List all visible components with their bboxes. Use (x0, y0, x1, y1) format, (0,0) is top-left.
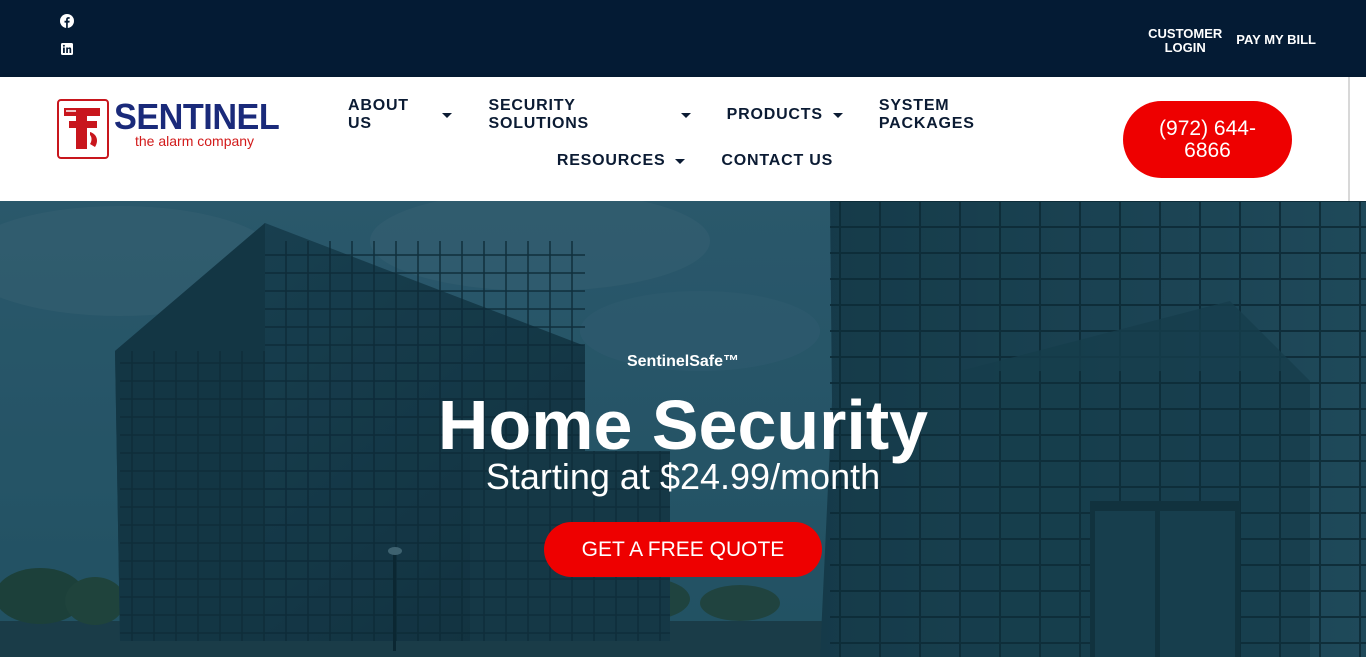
nav-item-label: PRODUCTS (726, 106, 823, 123)
hero-title: Home Security (437, 386, 929, 464)
customer-login-link[interactable]: CUSTOMER LOGIN (1148, 27, 1222, 55)
pay-my-bill-link[interactable]: PAY MY BILL (1236, 33, 1316, 47)
nav-item-security-solutions[interactable]: SECURITY SOLUTIONS (488, 97, 691, 133)
nav-item-products[interactable]: PRODUCTS (727, 106, 843, 124)
nav-item-label: SECURITY SOLUTIONS (488, 97, 590, 132)
nav-item-system-packages[interactable]: SYSTEM PACKAGES (879, 97, 1042, 133)
nav-item-label: RESOURCES (556, 152, 666, 169)
nav-row-1: ABOUT US SECURITY SOLUTIONS PRODUCTS SYS… (330, 97, 1060, 132)
phone-button[interactable]: (972) 644-6866 (1123, 101, 1292, 178)
main-header: SENTINEL the alarm company ABOUT US SECU… (0, 77, 1366, 201)
sentinel-logo-mark-icon (57, 99, 109, 159)
nav-item-label: SYSTEM PACKAGES (878, 97, 975, 132)
get-free-quote-button[interactable]: GET A FREE QUOTE (544, 522, 822, 577)
logo-name: SENTINEL (114, 96, 280, 137)
nav-item-label: CONTACT US (721, 152, 834, 169)
hero-subtitle: Starting at $24.99/month (485, 456, 881, 497)
customer-login-line2: LOGIN (1164, 40, 1206, 55)
logo[interactable]: SENTINEL the alarm company (57, 99, 288, 159)
nav-item-contact-us[interactable]: CONTACT US (721, 152, 833, 170)
customer-login-line1: CUSTOMER (1148, 26, 1223, 41)
hero-section: SentinelSafe™ Home Security Starting at … (0, 201, 1366, 657)
caret-down-icon (680, 112, 691, 118)
nav-item-label: ABOUT US (348, 97, 409, 132)
top-links: CUSTOMER LOGIN PAY MY BILL (1148, 27, 1316, 55)
nav-item-resources[interactable]: RESOURCES (557, 152, 686, 170)
linkedin-icon[interactable] (60, 42, 74, 56)
nav-item-about-us[interactable]: ABOUT US (348, 97, 453, 133)
caret-down-icon (832, 112, 843, 118)
top-bar: CUSTOMER LOGIN PAY MY BILL (0, 0, 1366, 77)
hero-eyebrow: SentinelSafe™ (626, 353, 740, 370)
social-links (60, 14, 74, 56)
facebook-icon[interactable] (60, 14, 74, 28)
nav-row-2: RESOURCES CONTACT US (330, 147, 1060, 175)
caret-down-icon (675, 158, 686, 164)
caret-down-icon (442, 112, 453, 118)
main-nav: ABOUT US SECURITY SOLUTIONS PRODUCTS SYS… (330, 97, 1060, 175)
